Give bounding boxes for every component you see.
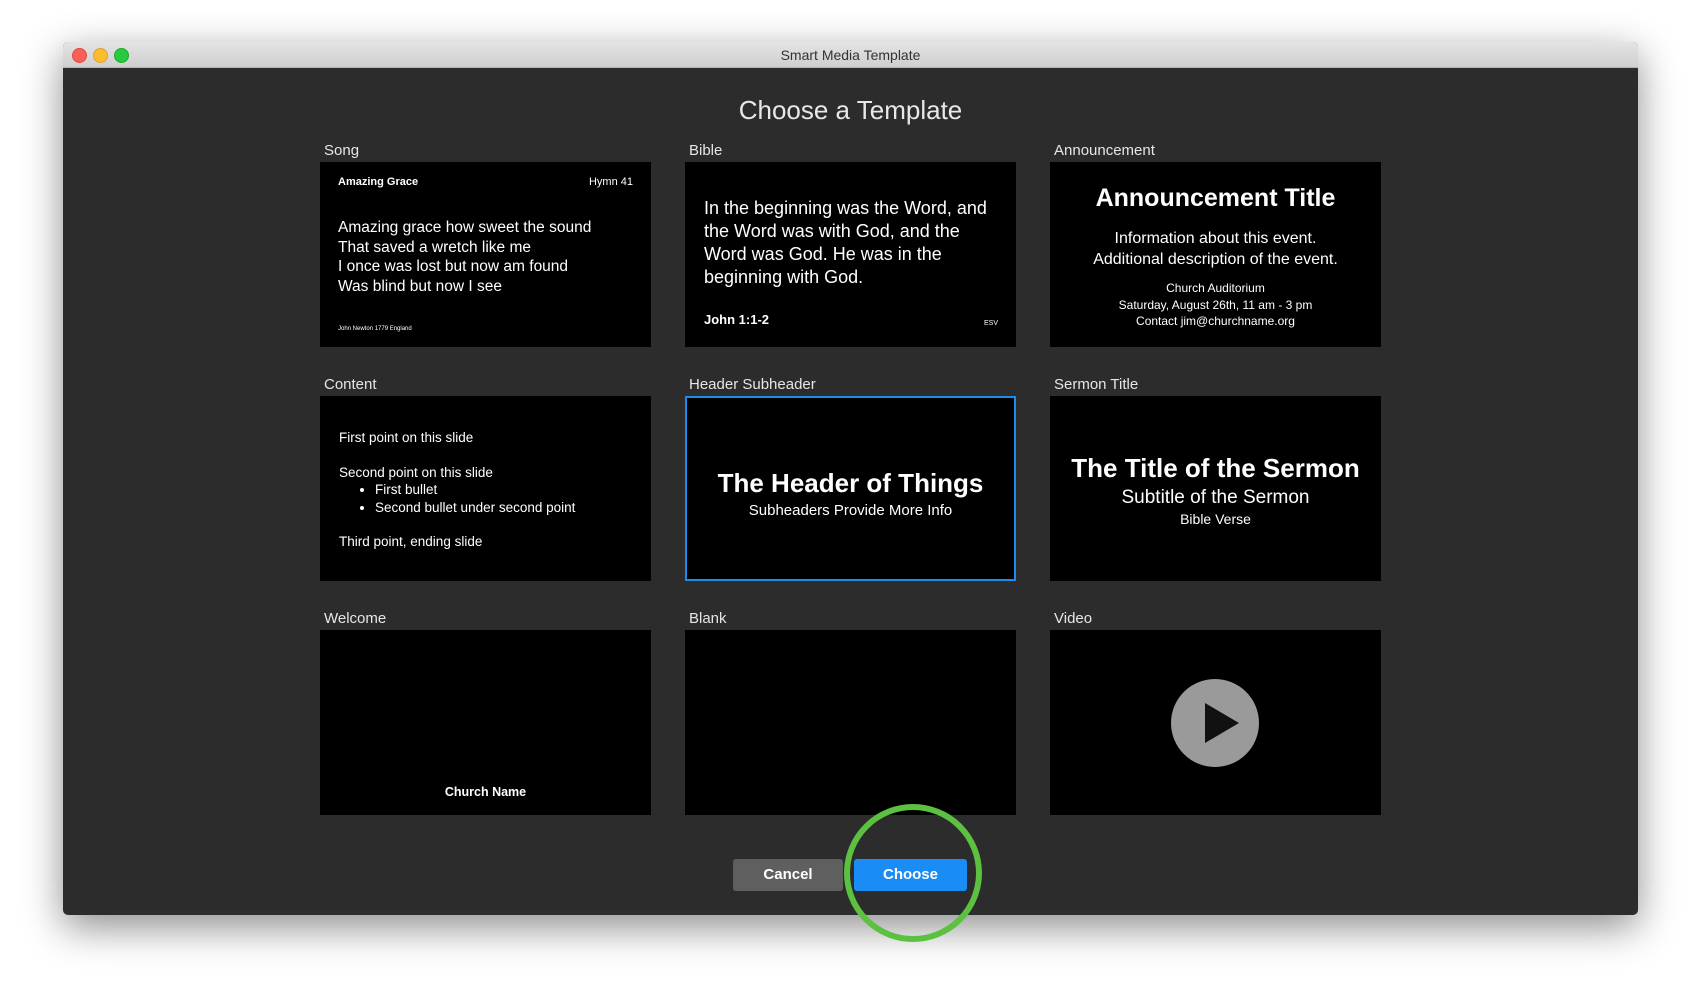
announcement-title: Announcement Title <box>1095 184 1336 212</box>
bible-thumbnail[interactable]: In the beginning was the Word, and the W… <box>685 162 1016 347</box>
content-point: Third point, ending slide <box>339 534 483 549</box>
announcement-details: Church Auditorium Saturday, August 26th,… <box>1050 280 1381 330</box>
template-label: Bible <box>689 142 723 159</box>
template-welcome: Welcome Church Name <box>320 610 651 820</box>
template-label: Header Subheader <box>689 376 816 393</box>
template-window: Smart Media Template Choose a Template S… <box>63 42 1638 915</box>
cancel-button[interactable]: Cancel <box>733 859 843 891</box>
sermon-title: The Title of the Sermon <box>1071 453 1360 483</box>
bullet-item: Second bullet under second point <box>375 499 575 517</box>
welcome-thumbnail[interactable]: Church Name <box>320 630 651 815</box>
content-point: Second point on this slide <box>339 464 493 480</box>
window-title: Smart Media Template <box>780 47 921 63</box>
template-label: Sermon Title <box>1054 376 1139 393</box>
template-blank: Blank <box>685 610 1016 820</box>
blank-thumbnail[interactable] <box>685 630 1016 815</box>
sermon-title-thumbnail[interactable]: The Title of the Sermon Subtitle of the … <box>1050 396 1381 581</box>
announcement-detail-line: Saturday, August 26th, 11 am - 3 pm <box>1118 297 1313 312</box>
bullet-list: First bullet Second bullet under second … <box>339 481 575 516</box>
template-header-subheader: Header Subheader The Header of Things Su… <box>685 376 1016 586</box>
bullet-item: First bullet <box>375 481 575 499</box>
sermon-verse: Bible Verse <box>1180 511 1251 527</box>
template-bible: Bible In the beginning was the Word, and… <box>685 142 1016 352</box>
lyric-line: Amazing grace how sweet the sound <box>338 219 592 236</box>
song-title: Amazing Grace <box>338 176 419 188</box>
sermon-subtitle: Subtitle of the Sermon <box>1121 487 1310 508</box>
bible-reference: John 1:1-2 <box>704 312 770 327</box>
announcement-info-line: Information about this event. <box>1114 230 1317 247</box>
choose-button[interactable]: Choose <box>854 859 967 891</box>
play-icon <box>1171 679 1259 767</box>
bible-verse-text: In the beginning was the Word, and the W… <box>704 198 987 287</box>
announcement-info: Information about this event. Additional… <box>1050 228 1381 270</box>
video-thumbnail[interactable] <box>1050 630 1381 815</box>
bible-version: ESV <box>983 320 998 327</box>
subheader-text: Subheaders Provide More Info <box>748 502 953 519</box>
announcement-detail-line: Contact jim@churchname.org <box>1136 314 1295 328</box>
template-video: Video <box>1050 610 1381 820</box>
template-label: Announcement <box>1054 142 1155 159</box>
lyric-line: That saved a wretch like me <box>338 238 531 256</box>
template-announcement: Announcement Announcement Title Informat… <box>1050 142 1381 352</box>
announcement-info-line: Additional description of the event. <box>1093 251 1338 268</box>
announcement-thumbnail[interactable]: Announcement Title Information about thi… <box>1050 162 1381 347</box>
announcement-detail-line: Church Auditorium <box>1166 281 1265 295</box>
template-content: Content First point on this slide Second… <box>320 376 651 586</box>
lyric-line: I once was lost but now am found <box>338 258 569 275</box>
template-label: Blank <box>689 610 727 627</box>
template-label: Song <box>324 142 360 159</box>
content-point: First point on this slide <box>339 430 474 445</box>
content-thumbnail[interactable]: First point on this slide Second point o… <box>320 396 651 581</box>
church-name: Church Name <box>444 785 527 799</box>
song-lyrics: Amazing grace how sweet the sound That s… <box>338 218 591 296</box>
template-song: Song Amazing Grace Hymn 41 Amazing grace… <box>320 142 651 352</box>
header-subheader-thumbnail[interactable]: The Header of Things Subheaders Provide … <box>685 396 1016 581</box>
template-label: Content <box>324 376 377 393</box>
title-bar[interactable]: Smart Media Template <box>63 42 1638 68</box>
song-thumbnail[interactable]: Amazing Grace Hymn 41 Amazing grace how … <box>320 162 651 347</box>
template-sermon-title: Sermon Title The Title of the Sermon Sub… <box>1050 376 1381 586</box>
song-credit: John Newton 1779 England <box>338 326 412 332</box>
header-text: The Header of Things <box>717 468 984 498</box>
song-hymn-number: Hymn 41 <box>588 176 633 188</box>
dialog-heading: Choose a Template <box>738 95 963 125</box>
template-label: Welcome <box>324 610 387 627</box>
content-points: First point on this slide Second point o… <box>339 429 575 551</box>
lyric-line: Was blind but now I see <box>338 277 502 295</box>
template-label: Video <box>1054 610 1093 627</box>
